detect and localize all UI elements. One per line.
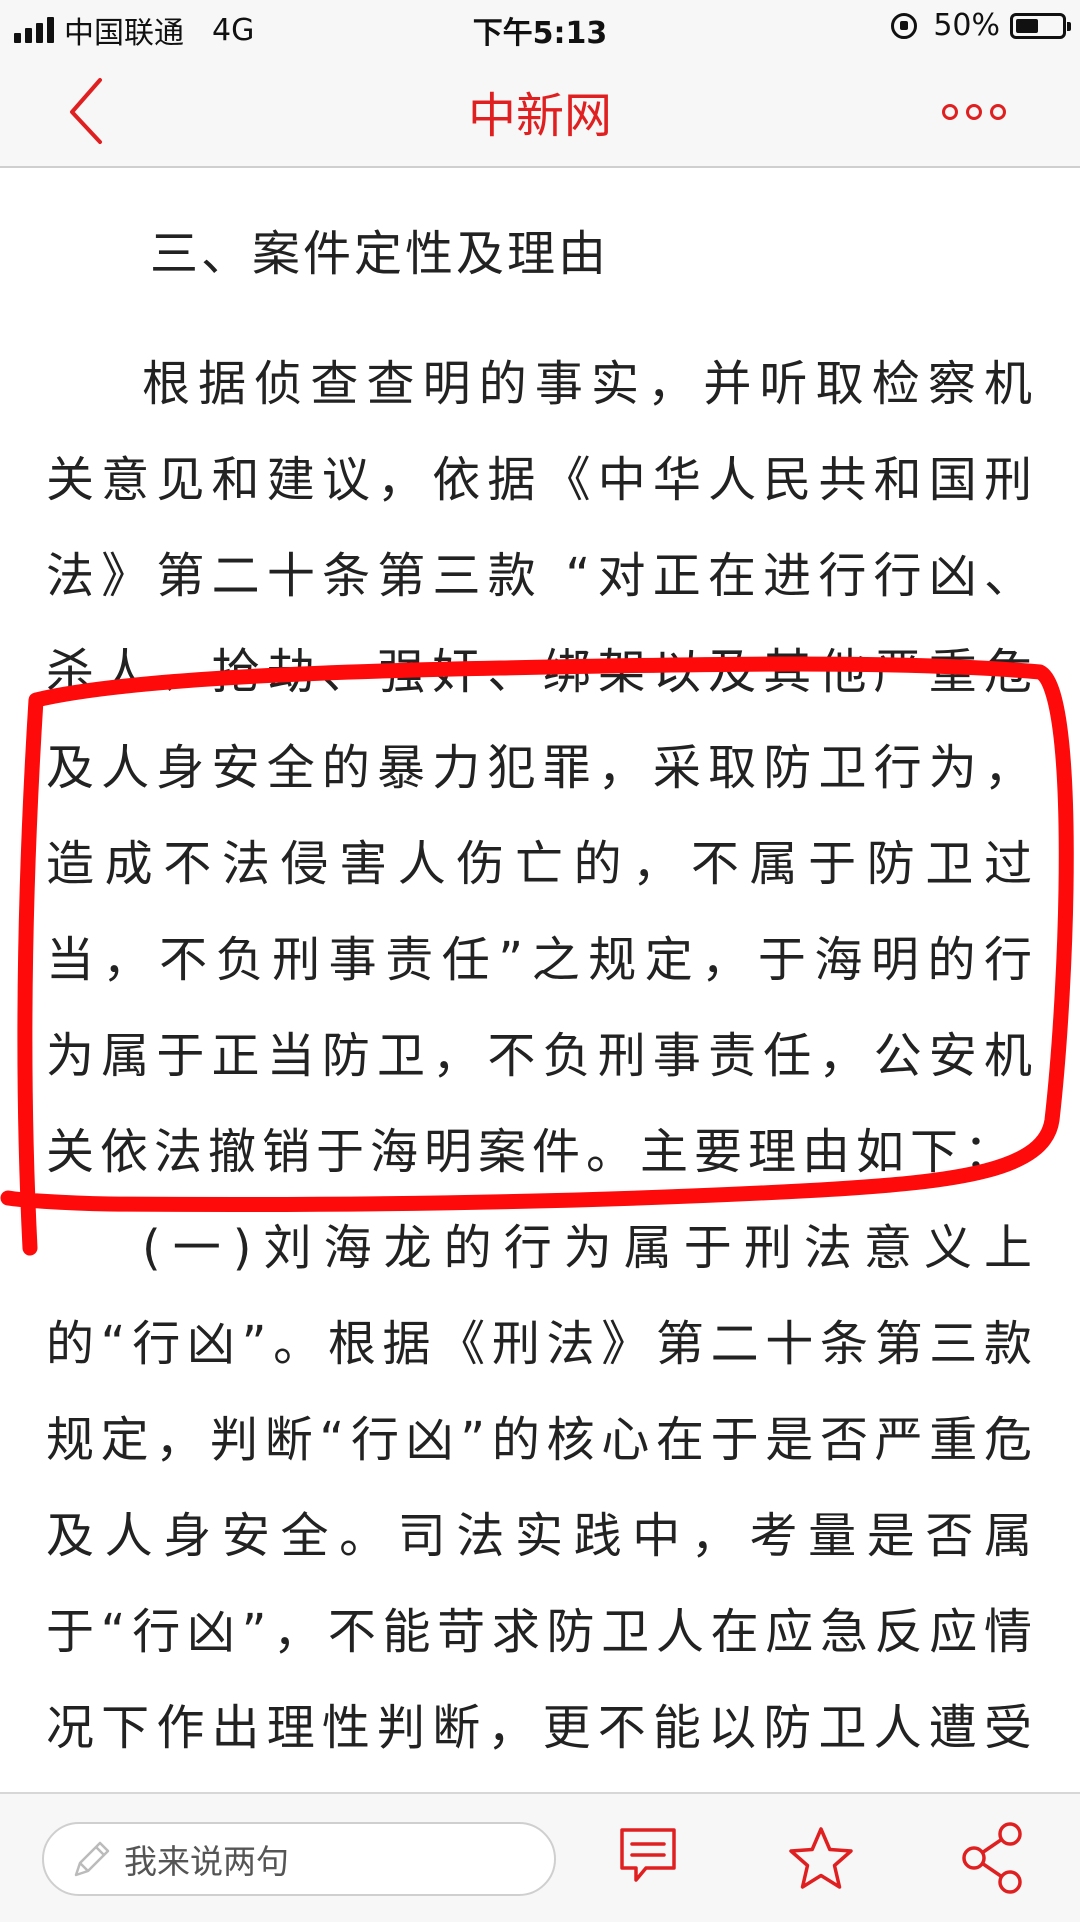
- article-body: 三、案件定性及理由 根据侦查查明的事实，并听取检察机关意见和建议，依据《中华人民…: [46, 168, 1038, 1872]
- nav-bar: 中新网: [0, 54, 1080, 168]
- article-paragraph: (一)刘海龙的行为属于刑法意义上的“行凶”。根据《刑法》第二十条第三款规定，判断…: [46, 1220, 1038, 1852]
- section-heading: 三、案件定性及理由: [150, 226, 610, 282]
- comment-input[interactable]: 我来说两句: [42, 1822, 556, 1896]
- battery-icon: [1010, 12, 1071, 39]
- more-button[interactable]: [924, 92, 1024, 132]
- comment-icon[interactable]: [616, 1824, 680, 1890]
- more-dot-icon: [966, 104, 982, 120]
- more-dot-icon: [990, 104, 1006, 120]
- page-title: 中新网: [467, 88, 612, 144]
- more-dot-icon: [942, 104, 958, 120]
- share-icon[interactable]: [958, 1820, 1030, 1896]
- bottom-bar: 我来说两句: [0, 1792, 1080, 1922]
- rotation-lock-icon: [891, 12, 918, 39]
- article-paragraph: 根据侦查查明的事实，并听取检察机关意见和建议，依据《中华人民共和国刑法》第二十条…: [46, 356, 1038, 1180]
- comment-placeholder: 我来说两句: [124, 1842, 289, 1881]
- star-icon[interactable]: [786, 1824, 856, 1894]
- pencil-icon: [74, 1841, 110, 1877]
- status-right: 50%: [891, 8, 1071, 43]
- battery-percent: 50%: [933, 8, 1000, 43]
- status-bar: 中国联通 4G 下午5:13 50%: [0, 0, 1080, 54]
